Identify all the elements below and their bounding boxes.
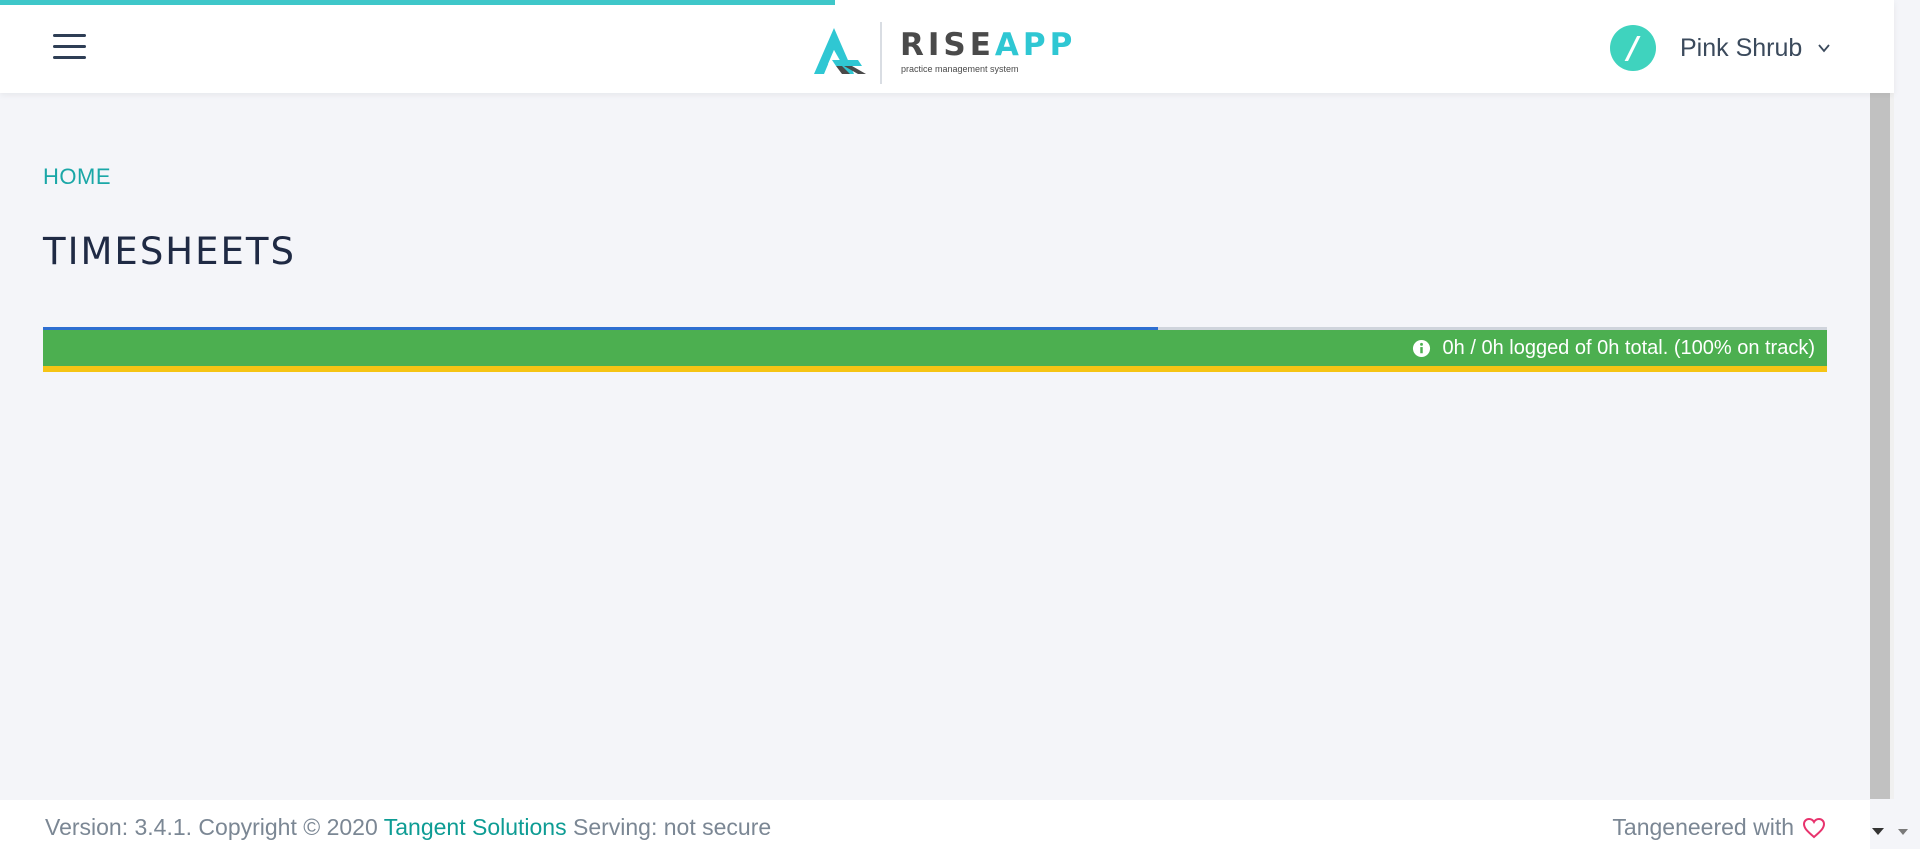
footer-version: Version: 3.4.1. Copyright © 2020 Tangent… <box>45 814 771 841</box>
page-footer: Version: 3.4.1. Copyright © 2020 Tangent… <box>0 800 1870 849</box>
page-loading-bar <box>0 0 835 5</box>
progress-summary-text: 0h / 0h logged of 0h total. (100% on tra… <box>1442 336 1815 359</box>
logo-app-text: APP <box>994 27 1077 63</box>
progress-bottom-stripe <box>43 366 1827 372</box>
hamburger-icon[interactable] <box>53 34 86 60</box>
logo-rise-text: RISE <box>900 27 995 63</box>
footer-version-text: Version: 3.4.1. Copyright © 2020 <box>45 814 384 840</box>
logo-mark-icon <box>814 28 866 74</box>
info-icon[interactable] <box>1412 339 1431 358</box>
avatar[interactable]: / <box>1610 25 1656 71</box>
top-header: RISEAPP practice management system / Pin… <box>0 0 1894 93</box>
footer-credit-text: Tangeneered with <box>1612 814 1794 840</box>
scrollbar-thumb[interactable] <box>1870 93 1890 799</box>
user-menu[interactable]: / Pink Shrub <box>1610 25 1832 71</box>
logo-divider <box>880 22 882 84</box>
chevron-down-icon[interactable] <box>1816 40 1832 56</box>
timesheet-progress-bar: 0h / 0h logged of 0h total. (100% on tra… <box>43 327 1827 374</box>
vertical-scrollbar[interactable] <box>1870 93 1894 799</box>
riseapp-logo[interactable]: RISEAPP practice management system <box>812 20 1072 84</box>
progress-main-bar: 0h / 0h logged of 0h total. (100% on tra… <box>43 330 1827 366</box>
window-scroll-down-icon[interactable] <box>1898 829 1908 835</box>
app-page: RISEAPP practice management system / Pin… <box>0 0 1920 849</box>
logo-tagline: practice management system <box>901 64 1019 74</box>
footer-company-link[interactable]: Tangent Solutions <box>384 814 567 840</box>
footer-serving-text: Serving: not secure <box>566 814 772 840</box>
footer-credit: Tangeneered with <box>1612 814 1826 841</box>
scroll-down-icon[interactable] <box>1872 828 1884 835</box>
page-title: TIMESHEETS <box>43 230 296 273</box>
logo-wordmark: RISEAPP <box>900 28 1076 62</box>
heart-icon <box>1802 817 1826 838</box>
user-name[interactable]: Pink Shrub <box>1680 34 1802 63</box>
breadcrumb-home[interactable]: HOME <box>43 164 111 190</box>
